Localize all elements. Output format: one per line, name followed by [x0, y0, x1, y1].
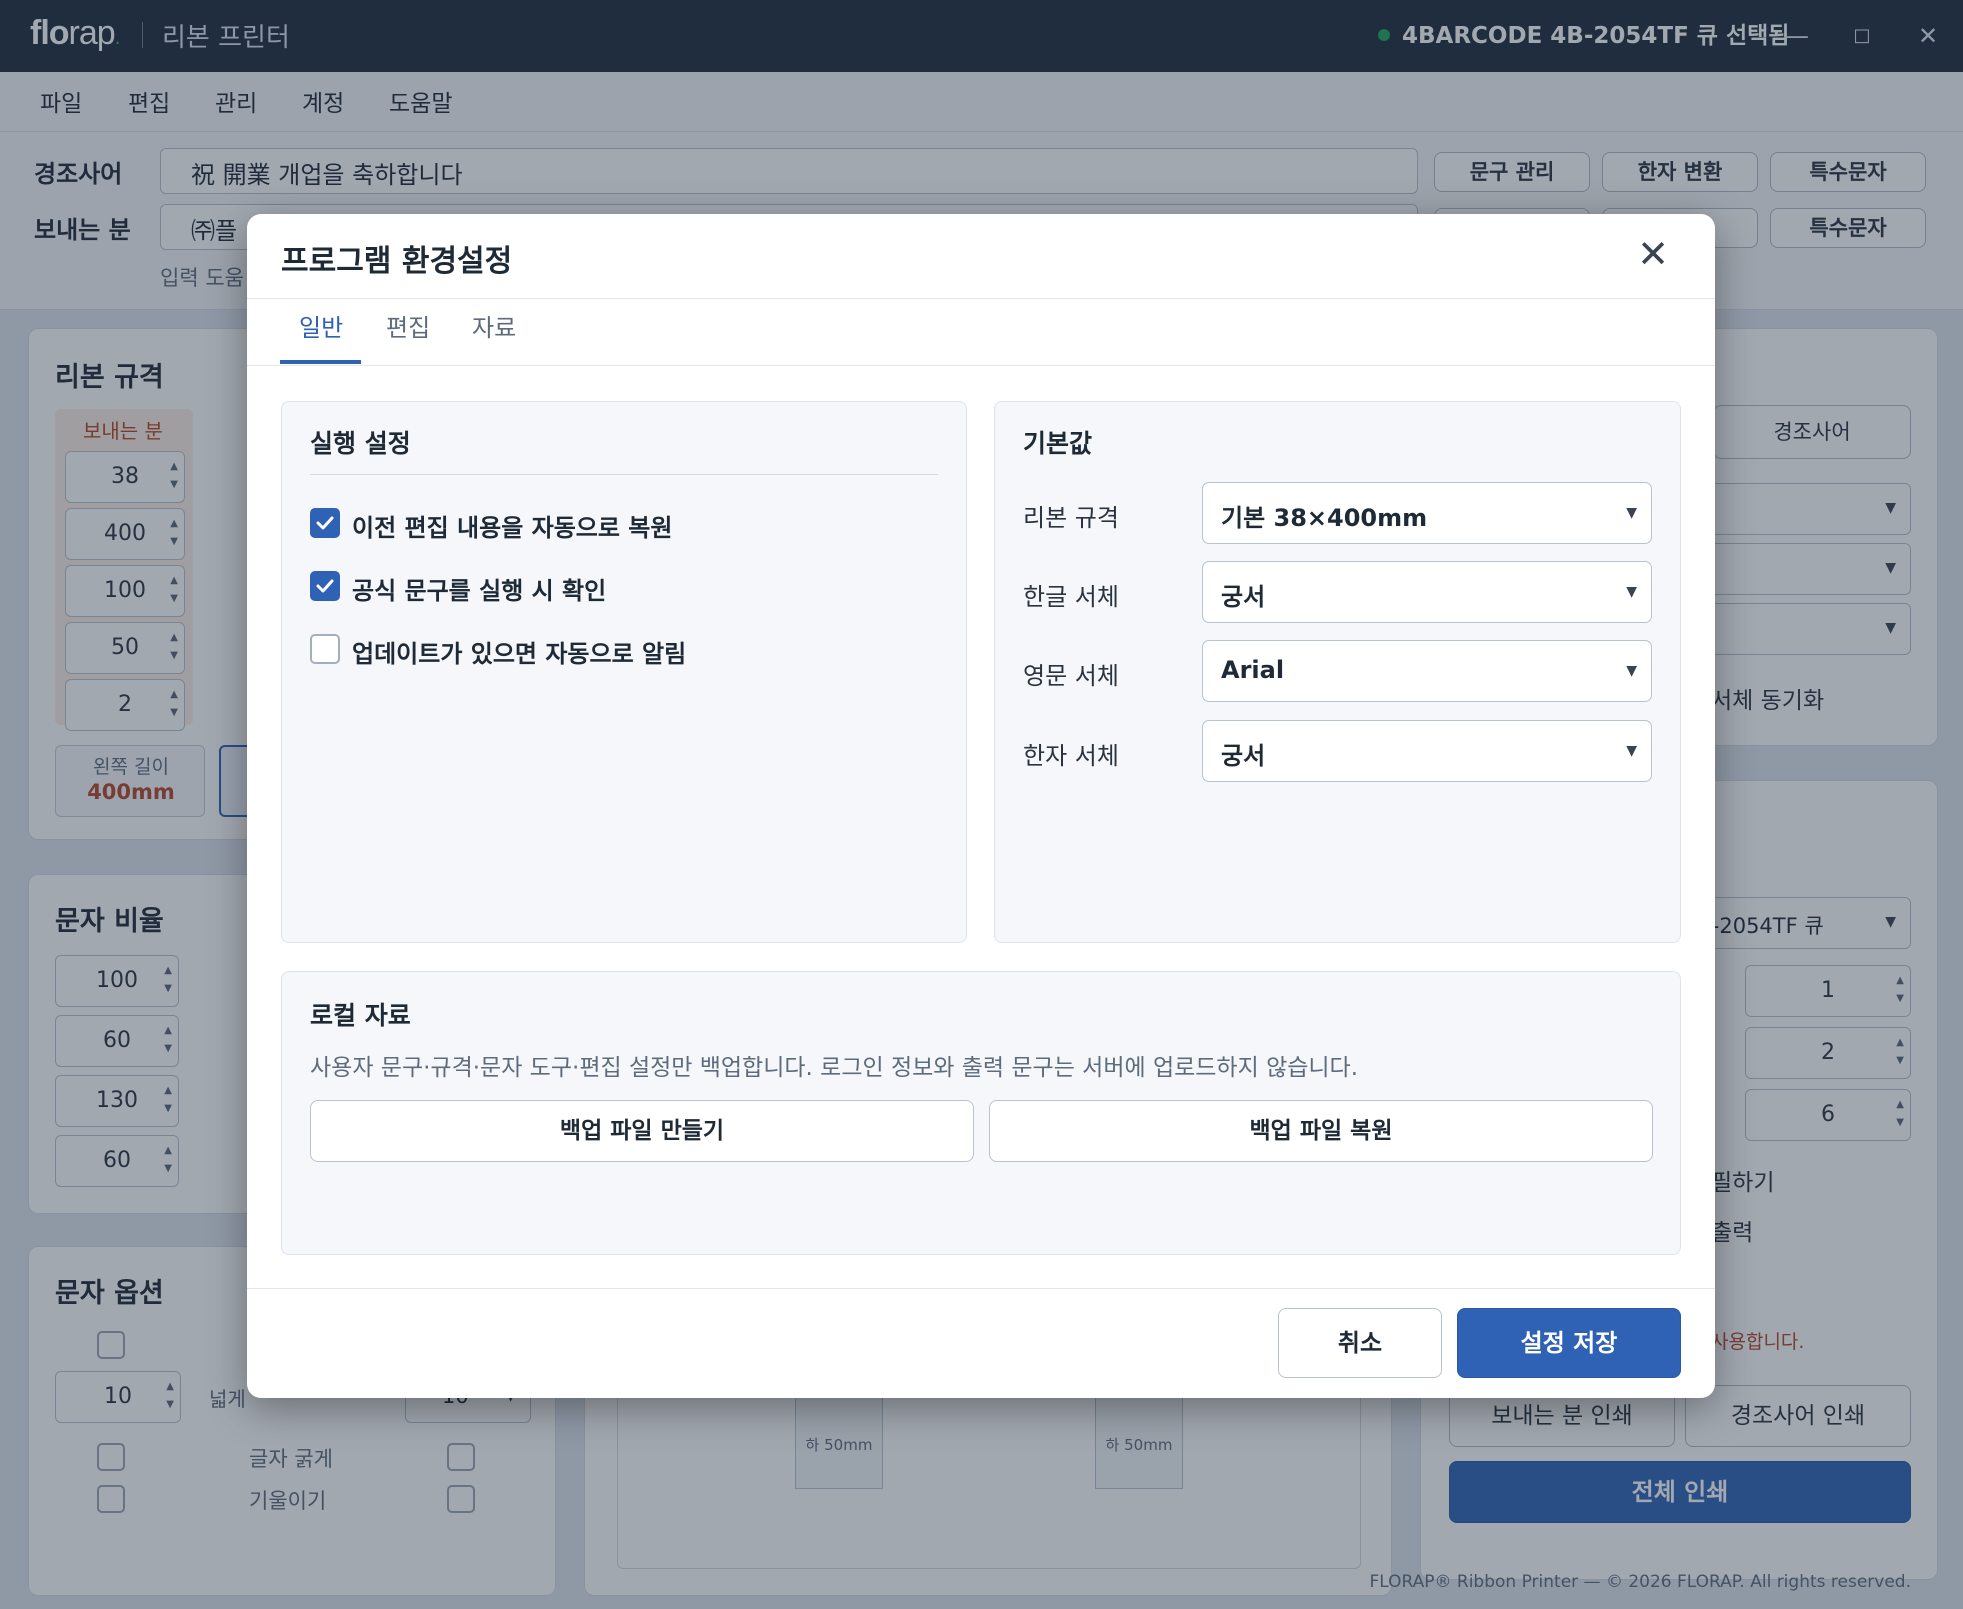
restore-edit-label[interactable]: 이전 편집 내용을 자동으로 복원: [352, 508, 672, 543]
chevron-down-icon: ▼: [1626, 663, 1637, 679]
create-backup-button[interactable]: 백업 파일 만들기: [310, 1100, 974, 1162]
english-font-label: 영문 서체: [1023, 662, 1119, 690]
defaults-section: 기본값 리본 규격 기본 38×400mm ▼ 한글 서체 궁서 ▼ 영문 서체 A…: [994, 401, 1681, 943]
hanja-font-label: 한자 서체: [1023, 742, 1119, 770]
tab-edit[interactable]: 편집: [386, 308, 430, 343]
update-notify-checkbox[interactable]: [310, 634, 340, 664]
chevron-down-icon: ▼: [1626, 743, 1637, 759]
dialog-footer-divider: [247, 1288, 1715, 1289]
defaults-title: 기본값: [1023, 429, 1093, 458]
cancel-button[interactable]: 취소: [1278, 1308, 1442, 1378]
restore-backup-button[interactable]: 백업 파일 복원: [989, 1100, 1653, 1162]
active-tab-indicator: [280, 360, 361, 364]
tab-divider: [247, 365, 1715, 366]
save-settings-button[interactable]: 설정 저장: [1457, 1308, 1681, 1378]
confirm-phrase-label[interactable]: 공식 문구를 실행 시 확인: [352, 571, 606, 606]
tab-general[interactable]: 일반: [299, 308, 343, 343]
tab-data[interactable]: 자료: [472, 308, 516, 343]
dialog-close-icon[interactable]: ✕: [1633, 234, 1673, 274]
run-settings-rule: [310, 474, 938, 475]
local-data-section: 로컬 자료 사용자 문구·규격·문자 도구·편집 설정만 백업합니다. 로그인 …: [281, 971, 1681, 1255]
english-font-select[interactable]: Arial ▼: [1202, 640, 1652, 702]
chevron-down-icon: ▼: [1626, 584, 1637, 600]
confirm-phrase-checkbox[interactable]: [310, 571, 340, 601]
dialog-title: 프로그램 환경설정: [281, 244, 513, 279]
hangul-font-select[interactable]: 궁서 ▼: [1202, 561, 1652, 623]
dialog-header-divider: [247, 298, 1715, 299]
restore-edit-checkbox[interactable]: [310, 508, 340, 538]
ribbon-spec-select[interactable]: 기본 38×400mm ▼: [1202, 482, 1652, 544]
settings-dialog: 프로그램 환경설정 ✕ 일반 편집 자료 실행 설정 이전 편집 내용을 자동으…: [247, 214, 1715, 1398]
local-data-description: 사용자 문구·규격·문자 도구·편집 설정만 백업합니다. 로그인 정보와 출력…: [310, 1055, 1359, 1081]
local-data-title: 로컬 자료: [310, 1001, 411, 1030]
update-notify-label[interactable]: 업데이트가 있으면 자동으로 알림: [352, 634, 686, 669]
chevron-down-icon: ▼: [1626, 505, 1637, 521]
hanja-font-select[interactable]: 궁서 ▼: [1202, 720, 1652, 782]
ribbon-spec-label: 리본 규격: [1023, 504, 1119, 532]
run-settings-section: 실행 설정 이전 편집 내용을 자동으로 복원 공식 문구를 실행 시 확인 업…: [281, 401, 967, 943]
hangul-font-label: 한글 서체: [1023, 583, 1119, 611]
run-settings-title: 실행 설정: [310, 429, 411, 458]
